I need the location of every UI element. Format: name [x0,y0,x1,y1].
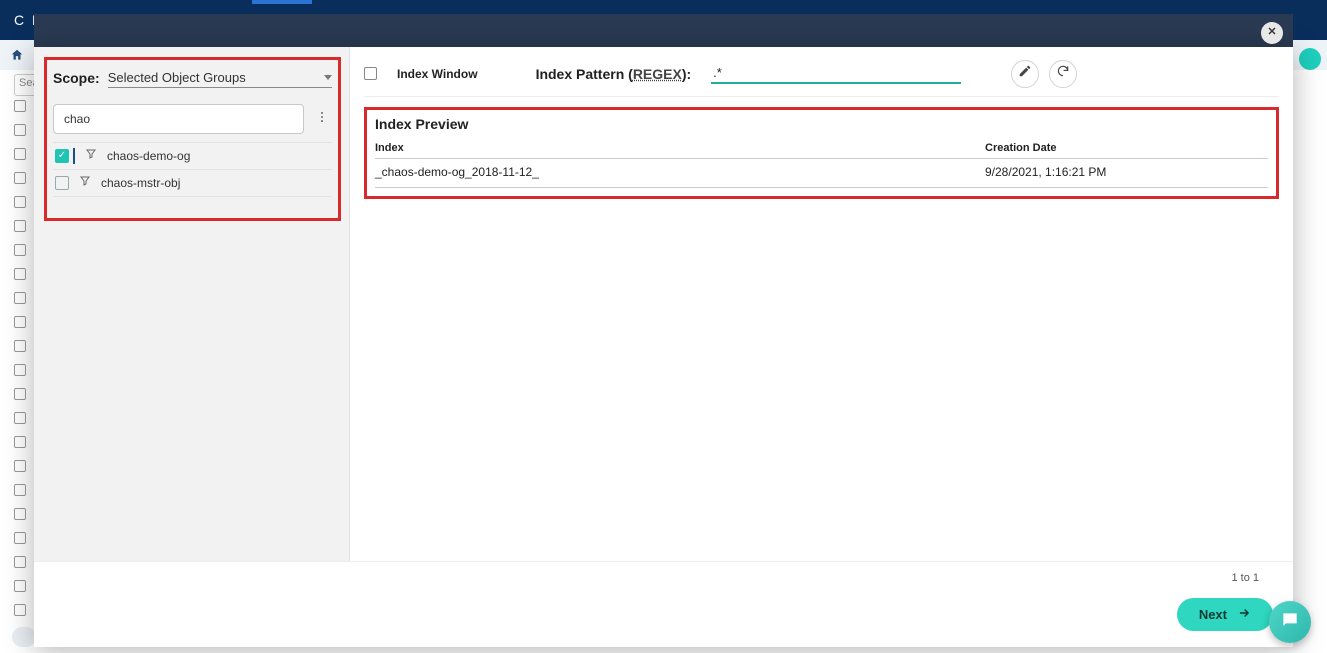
cell-date: 9/28/2021, 1:16:21 PM [985,165,1268,179]
bg-checkbox[interactable] [14,292,26,304]
bg-checklist [14,100,26,628]
column-header-index: Index [375,142,985,154]
bg-checkbox[interactable] [14,244,26,256]
index-pattern-input[interactable] [711,63,961,84]
bg-checkbox[interactable] [14,268,26,280]
bg-checkbox[interactable] [14,412,26,424]
object-group-item[interactable]: chaos-demo-og [53,142,332,169]
filter-icon [85,147,97,165]
scope-label: Scope: [53,70,100,86]
modal-header-strip [34,14,1293,47]
column-header-date: Creation Date [985,142,1268,154]
checked-indicator-bar [73,148,75,164]
bg-checkbox[interactable] [14,124,26,136]
bg-checkbox[interactable] [14,220,26,232]
bg-checkbox[interactable] [14,580,26,592]
scope-row: Scope: Selected Object Groups [53,68,332,88]
object-group-item[interactable]: chaos-mstr-obj [53,169,332,197]
bg-checkbox[interactable] [14,484,26,496]
scope-highlight-box: Scope: Selected Object Groups [44,57,341,221]
scope-menu-button[interactable] [312,110,332,129]
pattern-row: Index Window Index Pattern (REGEX): [364,57,1279,97]
modal-footer: 1 to 1 Next [34,561,1293,647]
bg-checkbox[interactable] [14,340,26,352]
scope-search-row [53,104,332,134]
index-window-checkbox[interactable] [364,67,377,80]
filter-icon [79,174,91,192]
home-icon[interactable] [10,48,24,62]
bg-checkbox[interactable] [14,556,26,568]
object-group-label: chaos-demo-og [107,149,190,163]
bg-checkbox[interactable] [14,148,26,160]
scope-select[interactable]: Selected Object Groups [108,68,332,88]
preview-table-row: _chaos-demo-og_2018-11-12_ 9/28/2021, 1:… [375,158,1268,185]
bg-checkbox[interactable] [14,508,26,520]
modal: Scope: Selected Object Groups [34,47,1293,647]
object-group-checkbox[interactable] [55,176,69,190]
bg-checkbox[interactable] [14,436,26,448]
scope-panel: Scope: Selected Object Groups [34,47,350,561]
close-icon [1266,24,1278,42]
pattern-label-prefix: Index Pattern ( [536,66,633,82]
index-pattern-label: Index Pattern (REGEX): [536,66,692,82]
bg-checkbox[interactable] [14,172,26,184]
index-window-label: Index Window [397,67,478,81]
table-divider [375,187,1268,188]
refresh-icon [1056,64,1070,83]
index-preview-highlight-box: Index Preview Index Creation Date _chaos… [364,107,1279,199]
close-button[interactable] [1261,22,1283,44]
pattern-label-suffix: ): [682,66,691,82]
chevron-down-icon [324,75,332,80]
pagination-range: 1 to 1 [1231,572,1259,584]
bg-add-button[interactable] [12,627,36,647]
edit-pattern-button[interactable] [1011,60,1039,88]
scope-search-input[interactable] [53,104,304,134]
bg-checkbox[interactable] [14,100,26,112]
object-group-label: chaos-mstr-obj [101,176,180,190]
refresh-preview-button[interactable] [1049,60,1077,88]
preview-table-header: Index Creation Date [375,138,1268,158]
bg-checkbox[interactable] [14,196,26,208]
bg-checkbox[interactable] [14,532,26,544]
bg-checkbox[interactable] [14,316,26,328]
index-preview-title: Index Preview [375,116,1268,132]
cell-index: _chaos-demo-og_2018-11-12_ [375,165,985,179]
kebab-icon [315,110,329,129]
object-group-list: chaos-demo-og chaos-mstr-obj [53,142,332,197]
modal-body: Scope: Selected Object Groups [34,47,1293,561]
chat-widget-button[interactable] [1269,601,1311,643]
bg-action-pill[interactable] [1299,48,1321,70]
index-panel: Index Window Index Pattern (REGEX): [350,47,1293,561]
bg-checkbox[interactable] [14,604,26,616]
chat-icon [1280,610,1300,635]
bg-checkbox[interactable] [14,364,26,376]
regex-link[interactable]: REGEX [633,66,682,82]
object-group-checkbox[interactable] [55,149,69,163]
bg-checkbox[interactable] [14,388,26,400]
pencil-icon [1018,64,1032,83]
active-tab-indicator [252,0,312,4]
arrow-right-icon [1237,606,1251,623]
bg-checkbox[interactable] [14,460,26,472]
scope-select-value: Selected Object Groups [108,70,246,85]
next-button-label: Next [1199,607,1227,622]
next-button[interactable]: Next [1177,598,1273,631]
